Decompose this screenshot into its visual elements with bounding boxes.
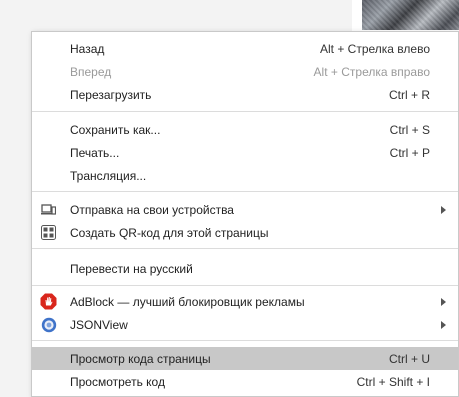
menu-item-create-qr[interactable]: Создать QR-код для этой страницы — [32, 221, 458, 244]
submenu-arrow-icon — [441, 206, 446, 214]
menu-item-inspect[interactable]: Просмотреть код Ctrl + Shift + I — [32, 370, 458, 393]
menu-item-shortcut: Alt + Стрелка влево — [319, 41, 430, 56]
menu-item-label: AdBlock — лучший блокировщик рекламы — [70, 294, 305, 309]
menu-item-back[interactable]: Назад Alt + Стрелка влево — [32, 37, 458, 60]
menu-item-label: Отправка на свои устройства — [70, 202, 234, 217]
menu-separator — [32, 111, 458, 112]
menu-item-shortcut: Ctrl + R — [388, 87, 430, 102]
menu-item-shortcut: Ctrl + Shift + I — [356, 374, 430, 389]
menu-item-label: Перезагрузить — [70, 87, 152, 102]
menu-item-translate[interactable]: Перевести на русский — [32, 257, 458, 280]
menu-item-shortcut: Ctrl + S — [389, 122, 430, 137]
submenu-arrow-icon — [441, 321, 446, 329]
menu-item-label: Перевести на русский — [70, 261, 193, 276]
menu-item-reload[interactable]: Перезагрузить Ctrl + R — [32, 83, 458, 106]
menu-item-label: Назад — [70, 41, 105, 56]
menu-item-adblock[interactable]: AdBlock — лучший блокировщик рекламы — [32, 290, 458, 313]
menu-separator — [32, 191, 458, 192]
menu-item-cast[interactable]: Трансляция... — [32, 164, 458, 187]
menu-separator — [32, 248, 458, 249]
menu-item-shortcut: Alt + Стрелка вправо — [313, 64, 430, 79]
menu-item-label: Печать... — [70, 145, 120, 160]
menu-item-label: Просмотреть код — [70, 374, 165, 389]
menu-separator — [32, 285, 458, 286]
submenu-arrow-icon — [441, 298, 446, 306]
page-photo-thumbnail — [362, 0, 459, 30]
menu-item-label: Создать QR-код для этой страницы — [70, 225, 269, 240]
menu-separator — [32, 340, 458, 341]
menu-item-label: Просмотр кода страницы — [70, 351, 211, 366]
menu-item-print[interactable]: Печать... Ctrl + P — [32, 141, 458, 164]
context-menu: Назад Alt + Стрелка влево Вперед Alt + С… — [31, 31, 459, 397]
menu-item-label: Вперед — [70, 64, 112, 79]
jsonview-icon — [40, 316, 57, 333]
menu-item-forward[interactable]: Вперед Alt + Стрелка вправо — [32, 60, 458, 83]
laptop-phone-icon — [40, 201, 57, 218]
menu-item-label: Трансляция... — [70, 168, 147, 183]
menu-item-shortcut: Ctrl + P — [389, 145, 430, 160]
menu-item-save-as[interactable]: Сохранить как... Ctrl + S — [32, 118, 458, 141]
menu-item-label: Сохранить как... — [70, 122, 161, 137]
menu-item-shortcut: Ctrl + U — [388, 351, 430, 366]
menu-item-view-source[interactable]: Просмотр кода страницы Ctrl + U — [32, 347, 458, 370]
menu-item-send-to-devices[interactable]: Отправка на свои устройства — [32, 198, 458, 221]
menu-item-jsonview[interactable]: JSONView — [32, 313, 458, 336]
adblock-hand-icon — [40, 293, 57, 310]
qr-code-icon — [40, 224, 57, 241]
menu-item-label: JSONView — [70, 317, 128, 332]
